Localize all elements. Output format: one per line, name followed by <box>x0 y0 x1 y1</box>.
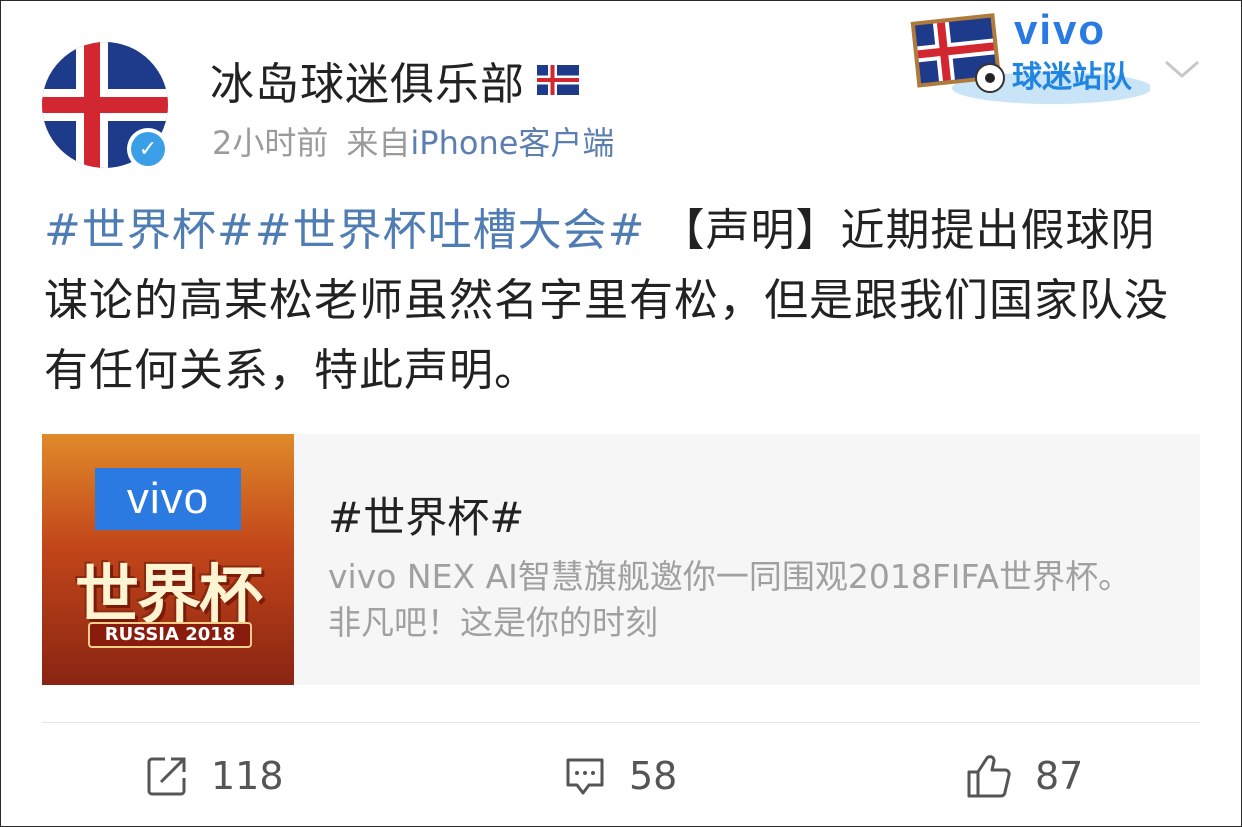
username[interactable]: 冰岛球迷俱乐部 <box>210 48 525 112</box>
like-button[interactable]: 87 <box>965 750 1083 802</box>
iceland-flag-icon <box>537 65 579 95</box>
card-description: vivo NEX AI智慧旗舰邀你一同围观2018FIFA世界杯。非凡吧！这是你… <box>328 557 1132 642</box>
thumb-sub: RUSSIA 2018 <box>88 622 252 648</box>
hashtag-link[interactable]: #世界杯##世界杯吐槽大会# <box>44 205 645 256</box>
post-meta: 2小时前 来自iPhone客户端 <box>212 118 614 164</box>
comment-count: 58 <box>629 754 678 798</box>
source-link[interactable]: iPhone客户端 <box>410 124 614 162</box>
badge-label: 球迷站队 <box>1012 60 1132 95</box>
badge-brand: vivo <box>1014 6 1107 53</box>
thumb-brand: vivo <box>95 468 241 530</box>
repost-button[interactable]: 118 <box>145 750 284 802</box>
post-time: 2小时前 <box>212 124 329 162</box>
like-count: 87 <box>1035 754 1084 798</box>
source-prefix: 来自 <box>346 124 411 162</box>
chevron-down-icon[interactable] <box>1162 52 1202 86</box>
post-text: #世界杯##世界杯吐槽大会# 【声明】近期提出假球阴谋论的高某松老师虽然名字里有… <box>44 196 1194 406</box>
verified-icon: ✓ <box>131 132 165 166</box>
card-thumbnail: vivo 世界杯 RUSSIA 2018 <box>42 434 294 685</box>
divider <box>42 722 1200 723</box>
repost-count: 118 <box>211 754 284 798</box>
verified-badge: ✓ <box>127 128 169 170</box>
comment-icon <box>566 758 604 795</box>
screenshot-frame <box>0 0 1242 827</box>
link-card[interactable]: vivo 世界杯 RUSSIA 2018 #世界杯# vivo NEX AI智慧… <box>42 434 1200 685</box>
card-title: #世界杯# <box>328 493 525 542</box>
comment-button[interactable]: 58 <box>563 750 677 802</box>
like-icon <box>967 755 1011 798</box>
post-source: 来自iPhone客户端 <box>346 118 614 164</box>
username-row: 冰岛球迷俱乐部 <box>210 48 579 112</box>
repost-icon <box>147 757 186 796</box>
